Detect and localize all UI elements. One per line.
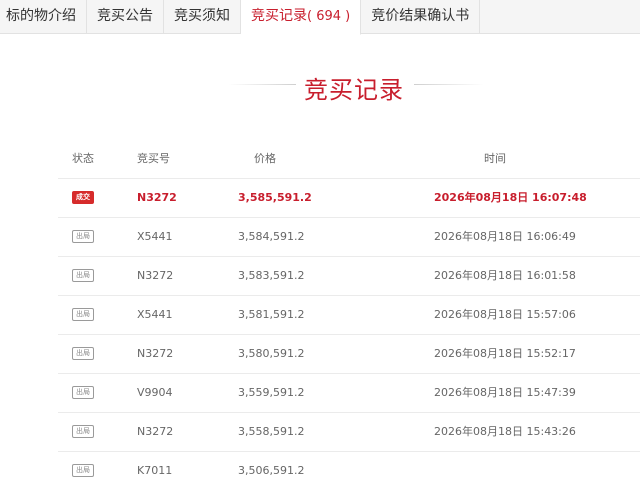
table-row: 出局 X5441 3,581,591.2 2026年08月18日 15:57:0… — [58, 296, 640, 335]
price-cell: 3,584,591.2 — [238, 230, 305, 243]
section-title: 竞买记录 — [304, 76, 404, 104]
table-row: 出局 N3272 3,580,591.2 2026年08月18日 15:52:1… — [58, 335, 640, 374]
tab-item-intro[interactable]: 标的物介绍 — [0, 0, 87, 34]
out-badge: 出局 — [72, 346, 94, 360]
header-time: 时间 — [484, 152, 506, 165]
tab-bid-records-label: 竞买记录 — [251, 8, 307, 24]
out-badge: 出局 — [72, 385, 94, 399]
bid-records-table: 状态 竞买号 价格 时间 成交 N3272 3,585,591.2 2026年0… — [58, 140, 640, 489]
price-cell: 3,581,591.2 — [238, 308, 305, 321]
tab-auction-notice[interactable]: 竞买公告 — [87, 0, 164, 34]
out-badge: 出局 — [72, 307, 94, 321]
time-cell: 2026年08月18日 15:47:39 — [434, 386, 576, 399]
tab-bid-records-count: ( 694 ) — [307, 9, 351, 24]
time-cell: 2026年08月18日 16:06:49 — [434, 230, 576, 243]
out-badge: 出局 — [72, 424, 94, 438]
table-row: 出局 N3272 3,583,591.2 2026年08月18日 16:01:5… — [58, 257, 640, 296]
out-badge: 出局 — [72, 463, 94, 477]
price-cell: 3,506,591.2 — [238, 464, 305, 477]
price-cell: 3,559,591.2 — [238, 386, 305, 399]
bottom-fade-overlay — [480, 455, 640, 489]
table-row: 出局 X5441 3,584,591.2 2026年08月18日 16:06:4… — [58, 218, 640, 257]
tab-bidding-rules[interactable]: 竞买须知 — [164, 0, 241, 34]
table-row: 成交 N3272 3,585,591.2 2026年08月18日 16:07:4… — [58, 179, 640, 218]
tab-bar: 标的物介绍 竞买公告 竞买须知 竞买记录( 694 ) 竞价结果确认书 — [0, 0, 640, 35]
status-cell: 出局 — [72, 413, 112, 451]
bidder-cell: N3272 — [137, 425, 174, 438]
out-badge: 出局 — [72, 268, 94, 282]
time-cell: 2026年08月18日 15:43:26 — [434, 425, 576, 438]
price-cell: 3,583,591.2 — [238, 269, 305, 282]
time-cell: 2026年08月18日 16:07:48 — [434, 191, 587, 204]
deal-badge: 成交 — [72, 190, 94, 204]
status-cell: 出局 — [72, 335, 112, 373]
header-status: 状态 — [72, 152, 94, 165]
bidder-cell: V9904 — [137, 386, 173, 399]
header-price: 价格 — [254, 152, 276, 165]
table-header-row: 状态 竞买号 价格 时间 — [58, 140, 640, 179]
heading-divider-left — [228, 84, 296, 85]
status-cell: 出局 — [72, 452, 112, 489]
heading-divider-right — [414, 84, 484, 85]
tab-result-confirmation[interactable]: 竞价结果确认书 — [361, 0, 481, 34]
bidder-cell: X5441 — [137, 308, 173, 321]
status-cell: 出局 — [72, 218, 112, 256]
time-cell: 2026年08月18日 15:57:06 — [434, 308, 576, 321]
status-cell: 出局 — [72, 296, 112, 334]
status-cell: 出局 — [72, 374, 112, 412]
price-cell: 3,558,591.2 — [238, 425, 305, 438]
bidder-cell: X5441 — [137, 230, 173, 243]
price-cell: 3,580,591.2 — [238, 347, 305, 360]
bidder-cell: N3272 — [137, 191, 177, 204]
tab-bid-records[interactable]: 竞买记录( 694 ) — [241, 0, 362, 35]
section-heading: 竞买记录 — [0, 66, 640, 106]
bidder-cell: N3272 — [137, 347, 174, 360]
table-row: 出局 N3272 3,558,591.2 2026年08月18日 15:43:2… — [58, 413, 640, 452]
status-cell: 出局 — [72, 257, 112, 295]
time-cell: 2026年08月18日 16:01:58 — [434, 269, 576, 282]
header-bidder: 竞买号 — [137, 152, 170, 165]
bidder-cell: K7011 — [137, 464, 173, 477]
status-cell: 成交 — [72, 179, 112, 217]
price-cell: 3,585,591.2 — [238, 191, 312, 204]
time-cell: 2026年08月18日 15:52:17 — [434, 347, 576, 360]
bidder-cell: N3272 — [137, 269, 174, 282]
table-row: 出局 V9904 3,559,591.2 2026年08月18日 15:47:3… — [58, 374, 640, 413]
out-badge: 出局 — [72, 229, 94, 243]
